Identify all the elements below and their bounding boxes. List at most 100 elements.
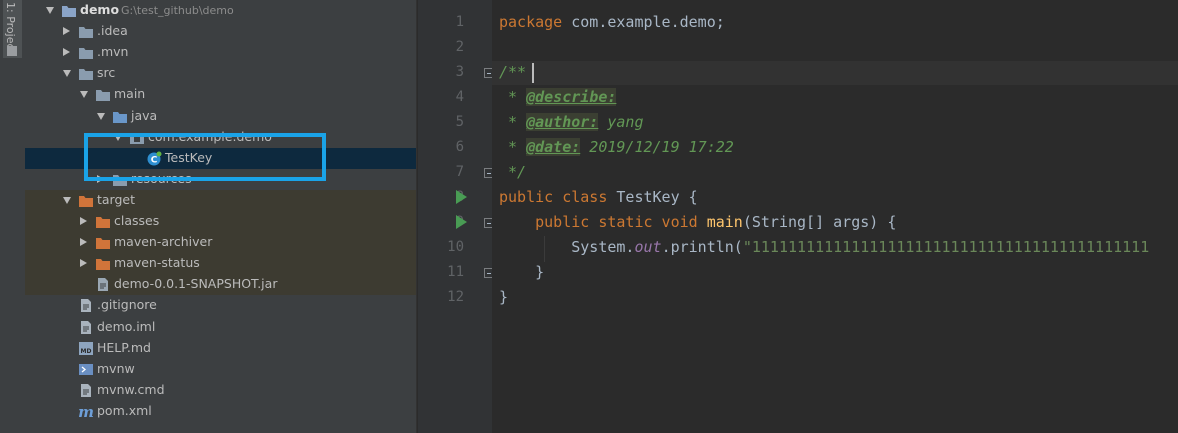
folder-icon xyxy=(95,87,111,102)
line-number: 6 xyxy=(455,139,464,155)
expand-down-arrow-icon[interactable] xyxy=(80,91,88,98)
doc-tag: @date: xyxy=(526,138,581,156)
tree-item-label: classes xyxy=(114,213,160,228)
tree-item-label: maven-archiver xyxy=(114,234,213,249)
tree-item-label: maven-status xyxy=(114,255,200,270)
brace: } xyxy=(499,263,545,281)
run-main-icon[interactable] xyxy=(456,215,467,229)
static-field: out xyxy=(634,238,662,256)
line-number: 12 xyxy=(447,289,464,305)
excluded-folder-icon xyxy=(95,256,111,271)
expand-down-arrow-icon[interactable] xyxy=(97,113,105,120)
tree-item-label: pom.xml xyxy=(97,403,152,418)
code-editor[interactable]: package com.example.demo; /** * @describ… xyxy=(492,0,1178,433)
tree-item-label: demo.iml xyxy=(97,319,156,334)
collapse-right-arrow-icon[interactable] xyxy=(80,217,87,225)
tree-row[interactable]: demo-0.0.1-SNAPSHOT.jar xyxy=(25,274,416,295)
tree-row[interactable]: maven-archiver xyxy=(25,232,416,253)
excluded-folder-icon xyxy=(95,235,111,250)
tree-row[interactable]: demo G:\test_github\demo xyxy=(25,0,416,21)
tree-row[interactable]: C TestKey xyxy=(25,148,416,169)
tree-row[interactable]: classes xyxy=(25,211,416,232)
source-folder-icon xyxy=(112,109,128,124)
text-file-icon xyxy=(78,383,94,398)
code-line-11: } xyxy=(499,263,544,281)
expand-down-arrow-icon[interactable] xyxy=(46,7,54,14)
brace: } xyxy=(499,288,509,306)
code-line-1: package com.example.demo; xyxy=(499,13,725,31)
tree-item-label: src xyxy=(97,65,116,80)
module-folder-icon xyxy=(61,3,77,18)
expand-down-arrow-icon[interactable] xyxy=(63,197,71,204)
collapse-right-arrow-icon[interactable] xyxy=(80,259,87,267)
shell-file-icon xyxy=(78,362,94,377)
doc-tag: @author: xyxy=(526,113,599,131)
doc-comment: * xyxy=(499,88,527,106)
tree-row[interactable]: target xyxy=(25,190,416,211)
code-line-6: * @date: 2019/12/19 17:22 xyxy=(499,138,734,156)
svg-text:MD: MD xyxy=(81,348,92,355)
code-line-5: * @author: yang xyxy=(499,113,644,131)
editor-gutter[interactable]: 1 2 3 4 5 6 7 8 9 10 11 12 xyxy=(418,0,494,433)
collapse-right-arrow-icon[interactable] xyxy=(63,27,70,35)
line-number: 1 xyxy=(455,14,464,30)
folder-icon xyxy=(78,45,94,60)
keyword: package xyxy=(499,13,563,31)
tree-row[interactable]: demo.iml xyxy=(25,317,416,338)
tree-item-label: HELP.md xyxy=(97,340,151,355)
doc-value: 2019/12/19 17:22 xyxy=(580,138,734,156)
tree-item-label: com.example.demo xyxy=(148,129,272,144)
current-line-highlight xyxy=(492,61,1178,85)
code-line-10: System.out.println("11111111111111111111… xyxy=(499,238,1149,256)
tree-row[interactable]: java xyxy=(25,106,416,127)
collapse-right-arrow-icon[interactable] xyxy=(63,48,70,56)
string-literal: "111111111111111111111111111111111111111… xyxy=(742,238,1150,256)
statement: System. xyxy=(499,238,635,256)
run-class-icon[interactable] xyxy=(456,190,467,204)
tree-row[interactable]: resources xyxy=(25,169,416,190)
maven-icon: m xyxy=(78,403,94,421)
line-number: 4 xyxy=(455,89,464,105)
svg-text:C: C xyxy=(151,156,158,166)
expand-down-arrow-icon[interactable] xyxy=(114,134,122,141)
tree-row[interactable]: com.example.demo xyxy=(25,127,416,148)
collapse-right-arrow-icon[interactable] xyxy=(97,175,104,183)
doc-value: yang xyxy=(598,113,644,131)
tree-row[interactable]: mvnw.cmd xyxy=(25,380,416,401)
code-line-3: /** xyxy=(499,63,526,81)
tree-row[interactable]: .gitignore xyxy=(25,295,416,316)
line-number: 2 xyxy=(455,39,464,55)
doc-comment: */ xyxy=(499,163,527,181)
text-caret xyxy=(532,63,534,83)
keyword: public static void xyxy=(535,213,698,231)
tree-row[interactable]: MD HELP.md xyxy=(25,338,416,359)
tree-item-label: java xyxy=(131,108,158,123)
tree-row[interactable]: mvnw xyxy=(25,359,416,380)
package-icon xyxy=(129,130,145,145)
tree-item-label: .mvn xyxy=(97,44,129,59)
excluded-folder-icon xyxy=(78,193,94,208)
tree-item-label: .idea xyxy=(97,23,128,38)
tree-row[interactable]: maven-status xyxy=(25,253,416,274)
excluded-folder-icon xyxy=(95,214,111,229)
tree-row[interactable]: .idea xyxy=(25,21,416,42)
java-class-icon: C xyxy=(146,151,162,166)
tree-item-label: target xyxy=(97,192,136,207)
tree-row[interactable]: .mvn xyxy=(25,42,416,63)
package-name: com.example.demo; xyxy=(562,13,725,31)
tree-row[interactable]: main xyxy=(25,84,416,105)
expand-down-arrow-icon[interactable] xyxy=(63,70,71,77)
doc-comment: * xyxy=(499,138,527,156)
structure-icon[interactable] xyxy=(7,46,17,56)
project-tree[interactable]: demo G:\test_github\demo .idea .mvn src main j… xyxy=(25,0,416,433)
tree-item-label: TestKey xyxy=(165,150,213,165)
collapse-right-arrow-icon[interactable] xyxy=(80,238,87,246)
project-path: G:\test_github\demo xyxy=(121,4,234,17)
tree-item-label: main xyxy=(114,86,146,101)
folder-icon xyxy=(78,66,94,81)
tree-row[interactable]: src xyxy=(25,63,416,84)
doc-comment: /** xyxy=(499,63,527,81)
tree-row[interactable]: m pom.xml xyxy=(25,401,416,422)
